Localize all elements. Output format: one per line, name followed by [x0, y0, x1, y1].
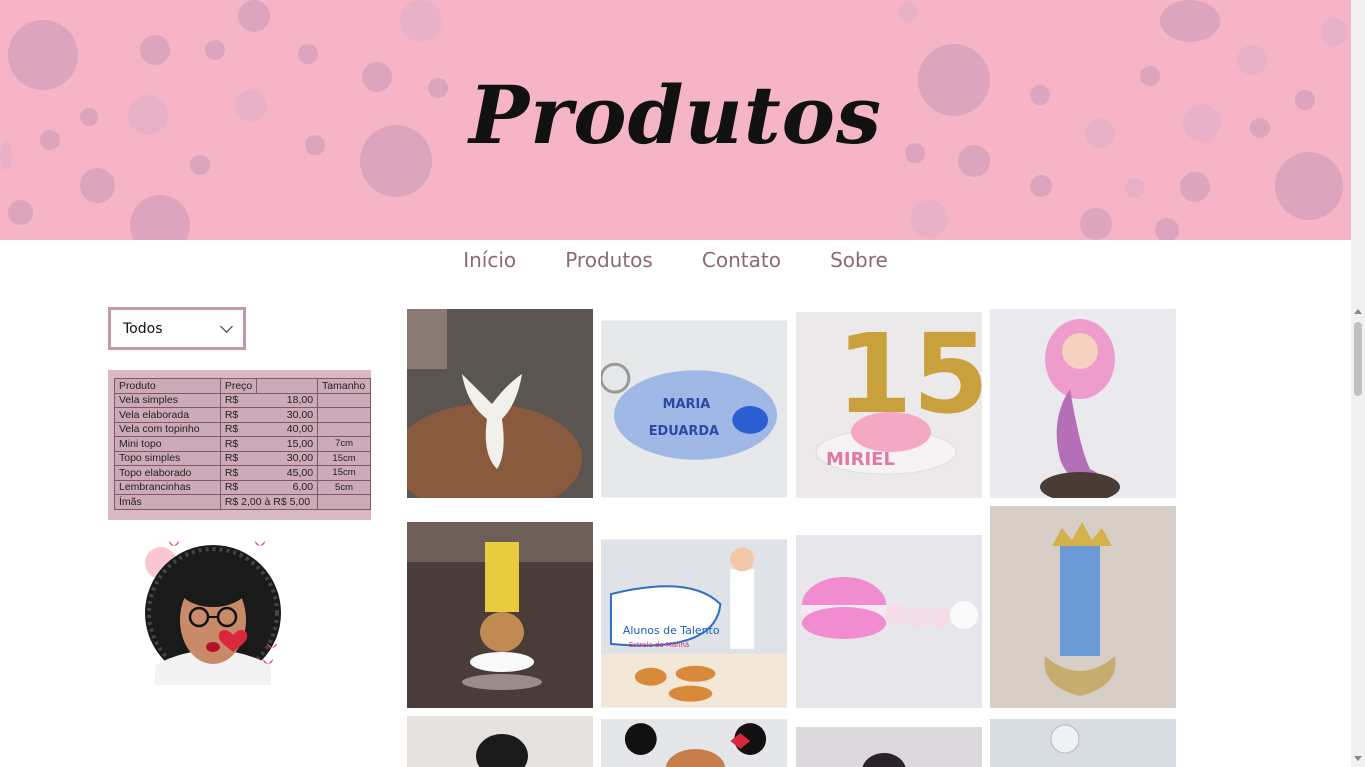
price-table-cell: R$ — [219, 450, 257, 466]
keychain-text-1: MARIA — [663, 397, 711, 412]
price-table-cell: Vela elaborada — [114, 407, 221, 423]
price-table-cell: 45,00 — [256, 465, 319, 481]
keychain-text-2: EDUARDA — [649, 424, 719, 439]
topper-name: MIRIEL — [826, 449, 895, 470]
price-table-header: Tamanho — [317, 378, 371, 394]
scrollbar-thumb[interactable] — [1354, 322, 1362, 396]
plaque-text-2: Estrela da Manhã — [629, 641, 689, 649]
price-table-cell: 18,00 — [256, 392, 319, 408]
price-table-cell: R$ — [219, 421, 257, 437]
price-table-cell: R$ — [219, 479, 257, 495]
price-table-cell: 15cm — [317, 450, 371, 466]
product-photo-white-dove[interactable] — [407, 309, 593, 498]
nav-link-sobre[interactable]: Sobre — [830, 248, 888, 272]
price-table-cell — [317, 421, 371, 437]
avatar — [145, 541, 281, 685]
header-banner: Produtos — [0, 0, 1351, 240]
price-table-cell: 5cm — [317, 479, 371, 495]
price-table-header: Preço — [219, 378, 258, 394]
price-table-cell: R$ — [219, 465, 257, 481]
price-table-cell: 30,00 — [256, 407, 319, 423]
nav-link-produtos[interactable]: Produtos — [565, 248, 653, 272]
product-gallery: MARIA EDUARDA 15 MIRIEL Alunos de Talent… — [407, 306, 1177, 767]
product-photo-blue-crown-candle[interactable] — [990, 506, 1176, 708]
price-table-cell — [317, 407, 371, 423]
price-table: Produto Preço Tamanho Vela simples R$ 18,0… — [108, 370, 371, 520]
price-table-cell: R$ — [219, 436, 257, 452]
chevron-down-icon — [220, 320, 233, 333]
price-table-cell: Lembrancinhas — [114, 479, 221, 495]
price-table-cell: 7cm — [317, 436, 371, 452]
scroll-up-arrow-icon[interactable] — [1354, 309, 1362, 314]
price-table-cell: 15cm — [317, 465, 371, 481]
price-table-cell: R$ 2,00 à R$ 5,00 — [219, 494, 319, 510]
product-photo-mermaid[interactable] — [990, 309, 1176, 498]
product-photo-bear-candle[interactable] — [407, 522, 593, 708]
price-table-cell: Topo elaborado — [114, 465, 221, 481]
price-table-header: Produto — [114, 378, 221, 394]
product-photo-glass[interactable] — [990, 719, 1176, 767]
nav-link-contato[interactable]: Contato — [702, 248, 781, 272]
price-table-cell — [317, 494, 371, 510]
category-select[interactable]: Todos — [108, 307, 246, 350]
price-table-cell: 40,00 — [256, 421, 319, 437]
product-photo-keychain[interactable]: MARIA EDUARDA — [601, 320, 787, 498]
price-table-cell: 6,00 — [256, 479, 319, 495]
product-photo-macaron[interactable] — [796, 535, 982, 708]
price-table-cell: Ímãs — [114, 494, 221, 510]
price-table-cell: R$ — [219, 392, 257, 408]
category-select-value: Todos — [123, 320, 163, 337]
price-table-cell: Vela com topinho — [114, 421, 221, 437]
price-table-header — [256, 378, 319, 394]
product-photo-boy[interactable] — [407, 716, 593, 767]
price-table-cell: Mini topo — [114, 436, 221, 452]
price-table-cell — [317, 392, 371, 408]
price-table-cell: R$ — [219, 407, 257, 423]
price-table-cell: Topo simples — [114, 450, 221, 466]
product-photo-minnie[interactable] — [601, 719, 787, 767]
main-nav: Início Produtos Contato Sobre — [0, 248, 1351, 272]
price-table-cell: Vela simples — [114, 392, 221, 408]
page-scrollbar[interactable] — [1351, 0, 1365, 767]
price-table-cell: 15,00 — [256, 436, 319, 452]
page-title: Produtos — [468, 68, 883, 162]
product-photo-number-15[interactable]: 15 MIRIEL — [796, 312, 982, 498]
product-photo-dark[interactable] — [796, 727, 982, 767]
scroll-down-arrow-icon[interactable] — [1354, 756, 1362, 761]
plaque-text-1: Alunos de Talento — [623, 624, 720, 637]
price-table-cell: 30,00 — [256, 450, 319, 466]
product-photo-chef[interactable]: Alunos de Talento Estrela da Manhã — [601, 539, 787, 708]
nav-link-inicio[interactable]: Início — [463, 248, 516, 272]
